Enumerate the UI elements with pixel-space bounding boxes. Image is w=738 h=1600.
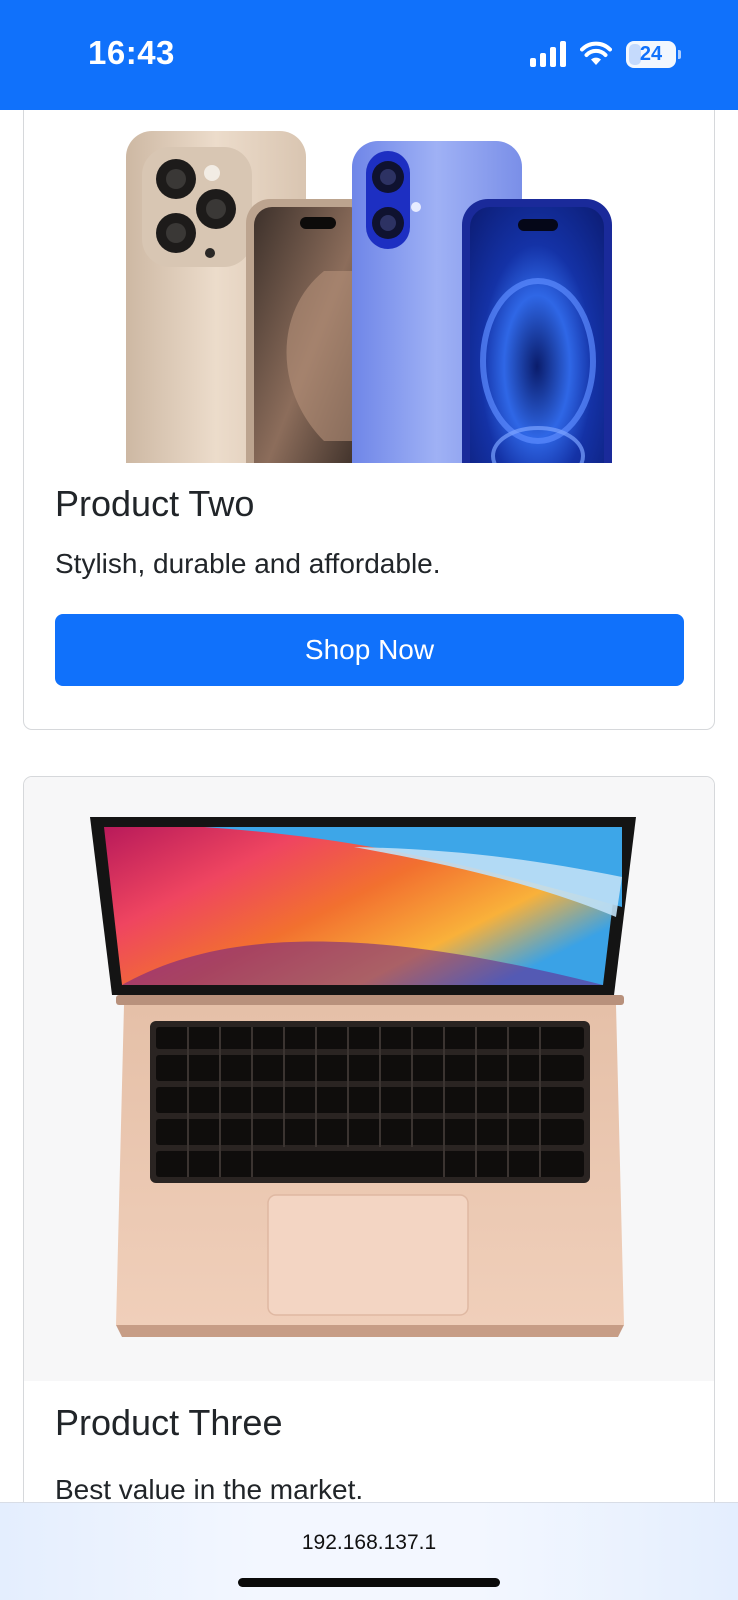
status-time: 16:43 <box>88 34 175 71</box>
status-icons: 24 <box>530 36 681 72</box>
product-card-three: Product Three Best value in the market. <box>23 776 715 1536</box>
battery-icon: 24 <box>626 40 681 68</box>
product-two-title: Product Two <box>55 483 255 524</box>
cellular-signal-icon <box>530 41 566 67</box>
product-card-two: Product Two Stylish, durable and afforda… <box>23 80 715 730</box>
shop-now-button[interactable]: Shop Now <box>55 614 684 686</box>
browser-url-bar[interactable]: 192.168.137.1 <box>0 1502 738 1600</box>
status-bar: 16:43 24 <box>0 0 738 110</box>
battery-level: 24 <box>639 42 663 65</box>
wifi-icon <box>580 41 612 65</box>
smartphones-product-image <box>126 131 612 463</box>
url-text[interactable]: 192.168.137.1 <box>0 1531 738 1555</box>
product-three-title: Product Three <box>55 1402 283 1443</box>
home-indicator[interactable] <box>238 1578 500 1587</box>
laptop-product-image <box>24 777 714 1381</box>
product-two-description: Stylish, durable and affordable. <box>55 548 441 579</box>
